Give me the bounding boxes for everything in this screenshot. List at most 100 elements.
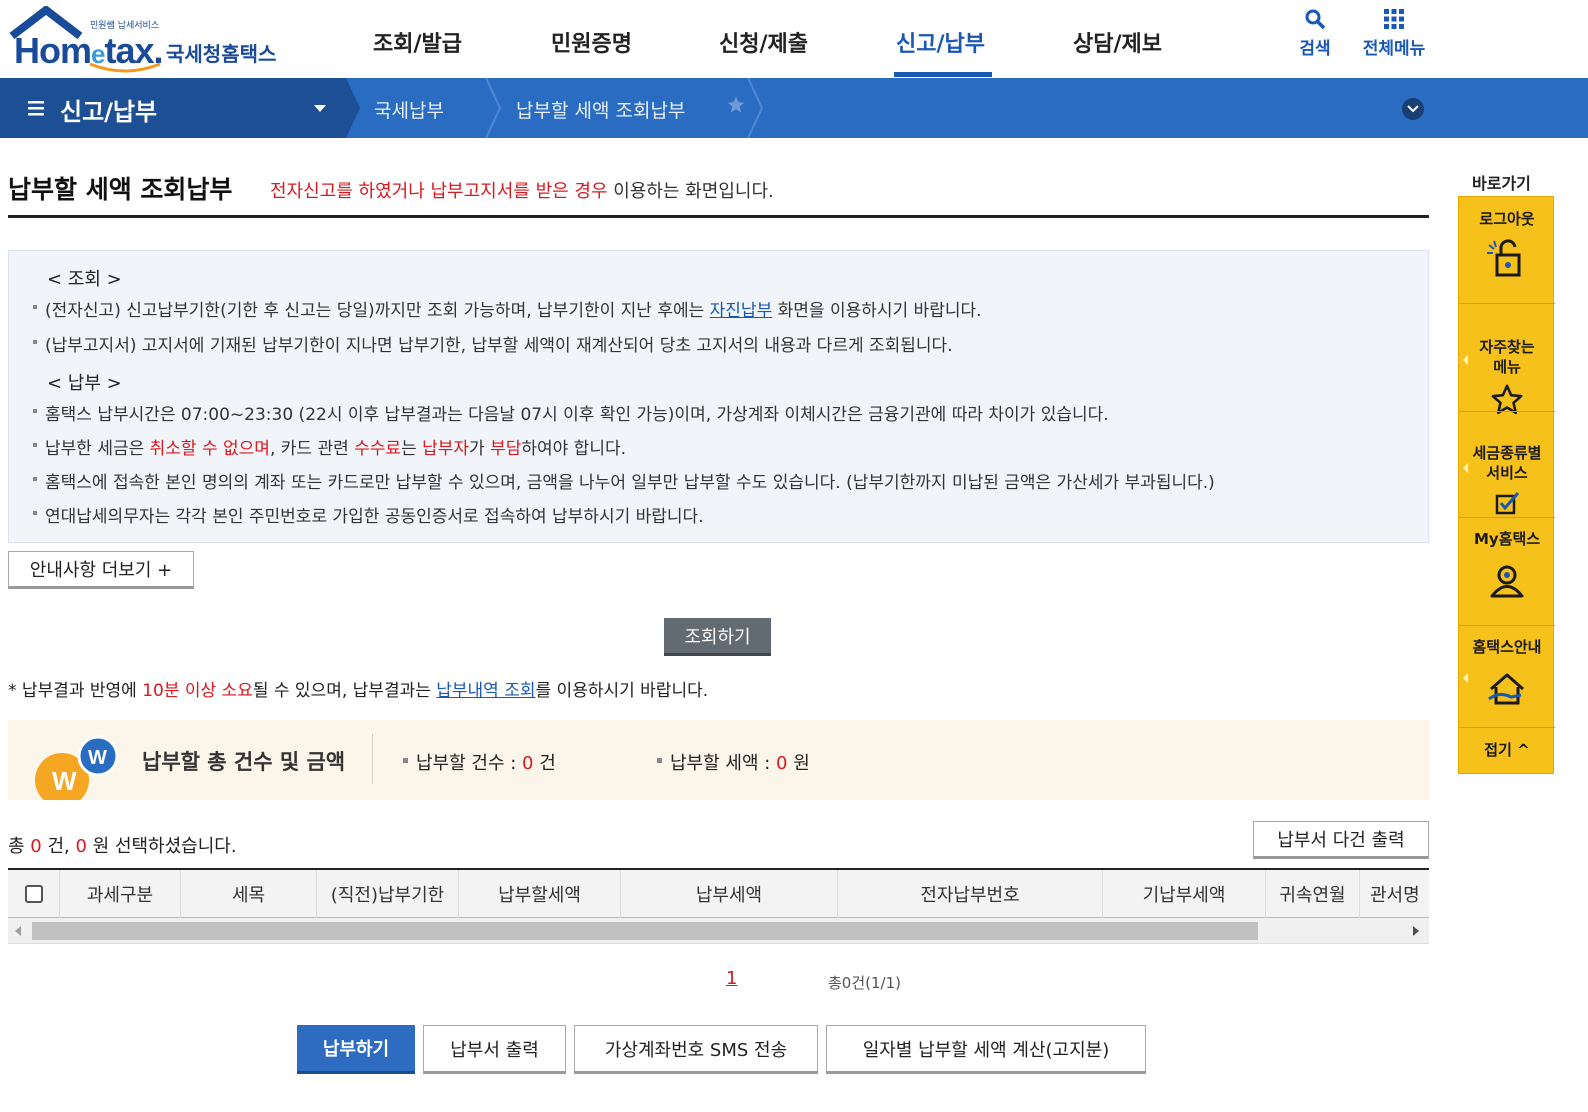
notice-line: 납부한 세금은 취소할 수 없으며, 카드 관련 수수료는 납부자가 부담하여야… (32, 434, 626, 459)
notice-heading-lookup: < 조회 > (47, 269, 122, 290)
notice-line: (전자신고) 신고납부기한(기한 후 신고는 당일)까지만 조회 가능하며, 납… (33, 296, 982, 321)
self-payment-link[interactable]: 자진납부 (710, 301, 773, 321)
multi-print-button[interactable]: 납부서 다건 출력 (1253, 821, 1429, 859)
user-icon (1490, 565, 1524, 598)
sms-account-button[interactable]: 가상계좌번호 SMS 전송 (574, 1025, 818, 1074)
unlock-icon (1487, 239, 1521, 277)
hometax-logo[interactable]: 민원쌤 납세서비스 Hometax. 국세청홈택스 (6, 6, 286, 73)
pay-button[interactable]: 납부하기 (297, 1025, 415, 1074)
summary-count: 납부할 건수 : 0 건 (403, 749, 556, 775)
breadcrumb: 신고/납부 국세납부 납부할 세액 조회납부 (0, 78, 1588, 138)
quick-divider (1459, 303, 1555, 304)
hamburger-icon (28, 101, 44, 116)
summary-divider (372, 734, 373, 784)
quick-links-title: 바로가기 (1472, 174, 1531, 193)
nav-report-pay[interactable]: 신고/납부 (896, 26, 985, 58)
print-bill-button[interactable]: 납부서 출력 (423, 1025, 566, 1074)
select-all-checkbox[interactable] (24, 885, 43, 903)
daily-calc-button[interactable]: 일자별 납부할 세액 계산(고지분) (826, 1025, 1146, 1074)
notice-box: < 조회 > (전자신고) 신고납부기한(기한 후 신고는 당일)까지만 조회 … (8, 250, 1429, 543)
quick-fold-button[interactable]: 접기 ^ (1459, 740, 1555, 760)
breadcrumb-expand-button[interactable] (1402, 98, 1424, 120)
scroll-left-icon[interactable] (14, 926, 22, 936)
svg-text:W: W (52, 766, 77, 796)
column-header[interactable]: 과세구분 (60, 870, 181, 918)
column-header[interactable]: 납부세액 (621, 870, 838, 918)
quick-links-panel: 로그아웃 자주찾는 메뉴 세금종류별 서비스 My홈택스 홈택스안내 접기 ^ (1458, 196, 1555, 774)
house-hand-icon (1488, 673, 1524, 705)
notice-line: 홈택스에 접속한 본인 명의의 계좌 또는 카드로만 납부할 수 있으며, 금액… (33, 468, 1215, 493)
summary-title: 납부할 총 건수 및 금액 (142, 750, 346, 774)
payment-table: 과세구분 세목 (직전)납부기한 납부할세액 납부세액 전자납부번호 기납부세액… (8, 868, 1429, 918)
favorite-star-icon[interactable] (726, 95, 746, 115)
quick-tax-services[interactable]: 세금종류별 서비스 (1459, 423, 1555, 535)
page-subtitle: 전자신고를 하였거나 납부고지서를 받은 경우 이용하는 화면입니다. (270, 181, 774, 202)
breadcrumb-separator (346, 78, 360, 138)
search-icon (1305, 9, 1326, 30)
quick-my-hometax-label: My홈택스 (1473, 530, 1541, 548)
nav-active-indicator (894, 72, 992, 77)
breadcrumb-section[interactable]: 신고/납부 (0, 78, 346, 138)
caret-down-icon (314, 105, 326, 112)
breadcrumb-separator (747, 78, 764, 138)
column-header[interactable]: 전자납부번호 (838, 870, 1103, 918)
breadcrumb-section-label: 신고/납부 (60, 98, 158, 126)
column-header[interactable]: 세목 (181, 870, 317, 918)
column-header[interactable]: 기납부세액 (1103, 870, 1266, 918)
quick-pointer (1463, 355, 1468, 365)
quick-tax-services-label: 세금종류별 서비스 (1472, 444, 1542, 482)
page-number[interactable]: 1 (726, 968, 737, 989)
column-header[interactable]: (직전)납부기한 (317, 870, 459, 918)
breadcrumb-level1[interactable]: 국세납부 (374, 96, 444, 123)
horizontal-scrollbar[interactable] (8, 918, 1429, 944)
notice-heading-payment: < 납부 > (47, 373, 122, 394)
logo-korean-name: 국세청홈택스 (166, 42, 277, 66)
title-divider (8, 215, 1429, 218)
checkbox-icon (1495, 492, 1520, 515)
nav-lookup[interactable]: 조회/발급 (373, 26, 462, 58)
notice-line: 연대납세의무자는 각각 본인 주민번호로 가입한 공동인증서로 접속하여 납부하… (33, 502, 704, 527)
column-header[interactable]: 귀속연월 (1266, 870, 1360, 918)
more-info-button[interactable]: 안내사항 더보기 + (8, 551, 194, 589)
breadcrumb-separator (485, 78, 502, 138)
full-menu-button[interactable]: 전체메뉴 (1356, 8, 1432, 59)
payment-result-note: * 납부결과 반영에 10분 이상 소요될 수 있으며, 납부결과는 납부내역 … (8, 681, 709, 701)
chevron-down-icon (1407, 105, 1419, 113)
quick-logout-label: 로그아웃 (1479, 210, 1535, 228)
nav-consult[interactable]: 상담/제보 (1073, 26, 1162, 58)
search-label: 검색 (1299, 39, 1331, 59)
notice-line: (납부고지서) 고지서에 기재된 납부기한이 지나면 납부기한, 납부할 세액이… (33, 331, 953, 356)
grid-menu-icon (1384, 9, 1404, 29)
site-header: 민원쌤 납세서비스 Hometax. 국세청홈택스 조회/발급 민원증명 신청/… (0, 0, 1588, 78)
search-button[interactable]: 검색 (1292, 8, 1338, 59)
quick-divider (1459, 727, 1555, 728)
scroll-right-icon[interactable] (1412, 926, 1420, 936)
full-menu-label: 전체메뉴 (1362, 39, 1426, 59)
page-title: 납부할 세액 조회납부 (8, 175, 233, 204)
nav-certificate[interactable]: 민원증명 (551, 26, 632, 58)
svg-text:W: W (88, 747, 107, 769)
payment-summary: W W 납부할 총 건수 및 금액 납부할 건수 : 0 건 납부할 세액 : … (8, 720, 1429, 800)
quick-pointer (1463, 673, 1468, 683)
quick-pointer (1463, 463, 1468, 473)
quick-divider (1459, 517, 1555, 518)
scroll-thumb[interactable] (32, 922, 1258, 940)
quick-my-hometax[interactable]: My홈택스 (1459, 529, 1555, 599)
logo-smile-icon (89, 62, 161, 73)
quick-logout[interactable]: 로그아웃 (1459, 209, 1555, 279)
quick-guide[interactable]: 홈택스안내 (1459, 637, 1555, 709)
quick-divider (1459, 411, 1555, 412)
quick-favorites-label: 자주찾는 메뉴 (1479, 338, 1535, 376)
summary-amount: 납부할 세액 : 0 원 (657, 749, 810, 775)
column-header[interactable]: 관서명 (1360, 870, 1429, 918)
column-header[interactable]: 납부할세액 (459, 870, 621, 918)
quick-divider (1459, 625, 1555, 626)
notice-line: 홈택스 납부시간은 07:00~23:30 (22시 이후 납부결과는 다음날 … (33, 400, 1109, 425)
breadcrumb-level2[interactable]: 납부할 세액 조회납부 (516, 96, 685, 123)
quick-guide-label: 홈택스안내 (1472, 638, 1542, 656)
nav-apply[interactable]: 신청/제출 (719, 26, 808, 58)
search-submit-button[interactable]: 조회하기 (664, 618, 771, 656)
quick-favorites[interactable]: 자주찾는 메뉴 (1459, 317, 1555, 437)
selection-status: 총 0 건, 0 원 선택하셨습니다. (8, 836, 237, 857)
payment-history-link[interactable]: 납부내역 조회 (436, 681, 535, 701)
